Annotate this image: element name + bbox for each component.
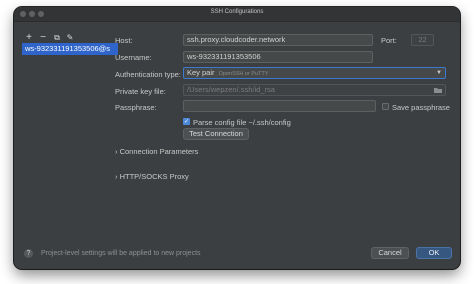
connection-parameters-label: Connection Parameters <box>119 147 199 156</box>
window-title: SSH Configurations <box>210 9 264 15</box>
authentication-type-hint: OpenSSH or PuTTY <box>218 71 269 77</box>
host-field[interactable]: ssh.proxy.cloudcoder.network <box>183 34 373 46</box>
port-label: Port: <box>381 36 397 45</box>
edit-icon[interactable]: ✎ <box>65 33 75 43</box>
folder-icon[interactable] <box>434 87 442 93</box>
username-label: Username: <box>115 53 152 62</box>
save-passphrase-label: Save passphrase <box>392 103 450 112</box>
port-field[interactable]: 22 <box>411 34 434 46</box>
parse-config-label: Parse config file ~/.ssh/config <box>193 118 291 127</box>
authentication-type-label: Authentication type: <box>115 70 181 79</box>
private-key-file-field[interactable]: /Users/wepzen/.ssh/id_rsa <box>183 84 446 96</box>
parse-config-checkbox[interactable]: ✓ <box>183 118 190 125</box>
proxy-label: HTTP/SOCKS Proxy <box>119 172 189 181</box>
title-bar: SSH Configurations <box>14 7 460 22</box>
host-label: Host: <box>115 36 133 45</box>
username-field[interactable]: ws-932331191353506 <box>183 51 373 63</box>
authentication-type-select[interactable]: Key pair OpenSSH or PuTTY ▼ <box>183 67 446 79</box>
chevron-right-icon: › <box>115 147 118 156</box>
remove-icon[interactable]: − <box>38 33 48 43</box>
copy-icon[interactable]: ⧉ <box>52 33 62 43</box>
private-key-file-value: /Users/wepzen/.ssh/id_rsa <box>187 85 275 94</box>
test-connection-button[interactable]: Test Connection <box>183 128 249 140</box>
authentication-type-value: Key pair <box>187 68 215 77</box>
save-passphrase-checkbox[interactable] <box>382 103 389 110</box>
help-icon[interactable]: ? <box>24 249 33 258</box>
private-key-file-label: Private key file: <box>115 87 166 96</box>
chevron-down-icon: ▼ <box>436 70 442 76</box>
cancel-button[interactable]: Cancel <box>371 247 409 259</box>
chevron-right-icon: › <box>115 172 118 181</box>
add-icon[interactable]: + <box>24 33 34 43</box>
passphrase-field[interactable] <box>183 100 376 112</box>
ssh-configurations-dialog: SSH Configurations + − ⧉ ✎ ws-9323311913… <box>14 7 460 269</box>
passphrase-label: Passphrase: <box>115 103 157 112</box>
connection-parameters-section[interactable]: › Connection Parameters <box>115 147 198 156</box>
proxy-section[interactable]: › HTTP/SOCKS Proxy <box>115 172 189 181</box>
config-list-item[interactable]: ws-932331191353506@s <box>22 43 118 55</box>
ok-button[interactable]: OK <box>416 247 452 259</box>
project-settings-note: Project-level settings will be applied t… <box>41 250 201 257</box>
